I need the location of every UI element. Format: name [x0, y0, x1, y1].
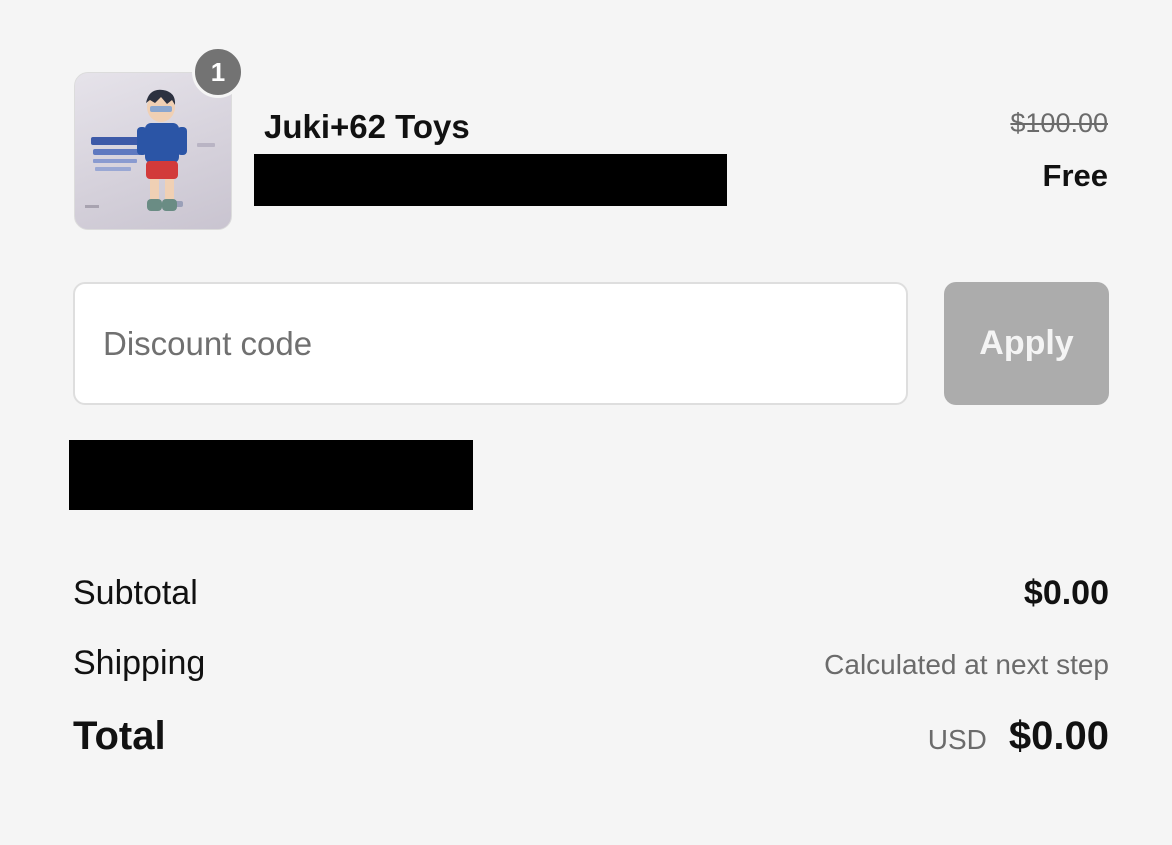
discount-code-input[interactable] — [73, 282, 908, 405]
currency-code: USD — [927, 724, 987, 755]
redacted-variant-text — [254, 154, 727, 206]
original-price: $100.00 — [1010, 108, 1108, 138]
total-value: $0.00 — [1008, 714, 1109, 758]
subtotal-row: Subtotal $0.00 — [73, 574, 1109, 613]
product-price: Free — [1042, 158, 1108, 193]
order-summary: 1 Juki+62 Toys $100.00 Free Apply Subtot… — [0, 0, 1172, 845]
subtotal-value: $0.00 — [1023, 574, 1109, 612]
total-label: Total — [73, 714, 166, 758]
product-thumbnail-wrapper: 1 — [74, 46, 244, 230]
subtotal-label: Subtotal — [73, 574, 198, 612]
product-name: Juki+62 Toys — [264, 108, 470, 145]
apply-discount-button[interactable]: Apply — [944, 282, 1109, 405]
total-row: Total USD $0.00 — [73, 714, 1109, 759]
quantity-badge: 1 — [192, 46, 244, 98]
redacted-block — [69, 440, 473, 510]
shipping-value: Calculated at next step — [824, 649, 1109, 680]
total-amount-group: USD $0.00 — [928, 714, 1109, 759]
shipping-label: Shipping — [73, 644, 206, 682]
line-item: 1 Juki+62 Toys $100.00 Free — [74, 46, 1108, 230]
shipping-row: Shipping Calculated at next step — [73, 644, 1109, 683]
